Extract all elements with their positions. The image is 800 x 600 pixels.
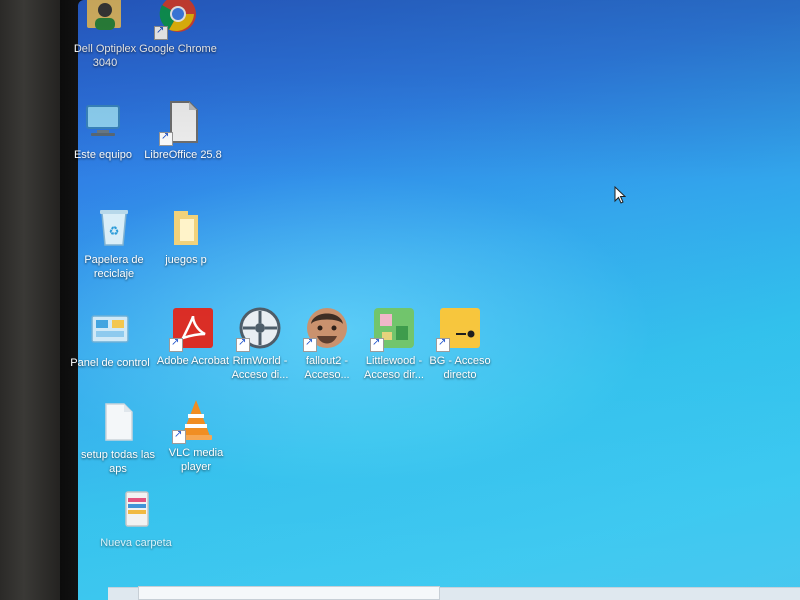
desktop-icon-juegos[interactable]: juegos p <box>146 205 226 267</box>
icon-label: Google Chrome <box>139 43 217 55</box>
taskbar[interactable] <box>108 586 800 600</box>
rimworld-icon <box>236 306 282 352</box>
chrome-icon <box>154 0 200 40</box>
yellow-face-icon <box>436 306 482 352</box>
shortcut-arrow-icon <box>159 131 173 146</box>
svg-text:♻: ♻ <box>109 224 120 238</box>
shortcut-arrow-icon <box>172 429 186 444</box>
icon-label: BG - Acceso directo <box>429 355 491 381</box>
archive-icon <box>114 488 158 532</box>
icon-label: Dell Optiplex 3040 <box>73 43 137 69</box>
shortcut-arrow-icon <box>370 337 384 352</box>
desktop-icon-google-chrome[interactable]: Google Chrome <box>138 0 218 56</box>
recycle-bin-icon: ♻ <box>92 205 136 249</box>
desktop-icon-panel-control[interactable]: Panel de control <box>70 308 150 370</box>
taskbar-search-box[interactable] <box>138 586 440 600</box>
icon-label: Papelera de reciclaje <box>84 254 144 280</box>
desktop[interactable]: Dell Optiplex 3040 Este equipo ♻ Papeler… <box>70 0 800 600</box>
shortcut-arrow-icon <box>169 337 183 352</box>
icon-label: Nueva carpeta <box>100 537 172 549</box>
monitor-bezel <box>0 0 60 600</box>
icon-label: setup todas las aps <box>81 449 155 475</box>
control-panel-icon <box>88 308 132 352</box>
icon-label: VLC media player <box>168 447 224 473</box>
desktop-icon-este-equipo[interactable]: Este equipo <box>63 100 143 162</box>
mouse-cursor-icon <box>614 186 626 204</box>
shortcut-arrow-icon <box>154 25 168 40</box>
shortcut-arrow-icon <box>236 337 250 352</box>
icon-label: juegos p <box>165 254 207 266</box>
icon-label: Este equipo <box>73 149 133 161</box>
document-icon <box>96 400 140 444</box>
desktop-icon-bg[interactable]: BG - Acceso directo <box>420 306 500 382</box>
folder-icon <box>164 205 208 249</box>
desktop-icon-papelera[interactable]: ♻ Papelera de reciclaje <box>74 205 154 281</box>
vlc-icon <box>172 398 218 444</box>
littlewood-icon <box>370 306 416 352</box>
desktop-icon-libreoffice[interactable]: LibreOffice 25.8 <box>143 100 223 162</box>
icon-label: LibreOffice 25.8 <box>144 149 222 161</box>
user-folder-icon <box>83 0 127 38</box>
acrobat-icon <box>169 306 215 352</box>
computer-icon <box>81 100 125 144</box>
icon-label: Panel de control <box>70 357 150 369</box>
fallout-face-icon <box>303 306 349 352</box>
libreoffice-icon <box>159 100 205 146</box>
shortcut-arrow-icon <box>436 337 450 352</box>
shortcut-arrow-icon <box>303 337 317 352</box>
desktop-icon-setup[interactable]: setup todas las aps <box>78 400 158 476</box>
desktop-icon-vlc[interactable]: VLC media player <box>156 398 236 474</box>
desktop-icon-nueva-carpeta[interactable]: Nueva carpeta <box>96 488 176 550</box>
desktop-icon-dell-optiplex[interactable]: Dell Optiplex 3040 <box>65 0 145 70</box>
